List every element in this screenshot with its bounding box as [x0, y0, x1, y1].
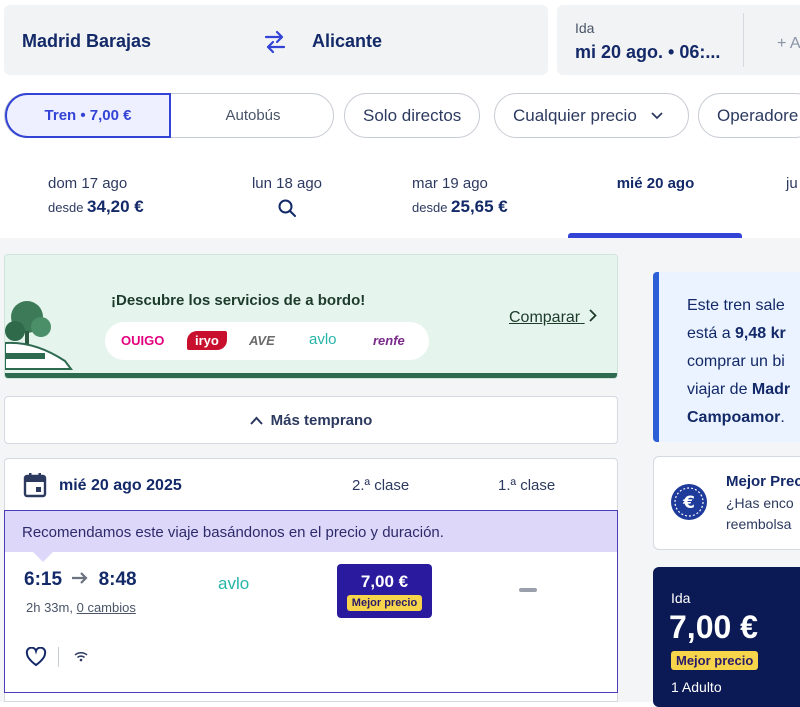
results-card: mié 20 ago 2025 2.ª clase 1.ª clase Reco… [4, 458, 618, 702]
banner-title: ¡Descubre los servicios de a bordo! [111, 292, 366, 309]
best-price-text: ¿Has enco [726, 495, 794, 511]
chevron-up-icon [249, 416, 263, 425]
onboard-services-banner: ¡Descubre los servicios de a bordo! OUIG… [4, 254, 618, 379]
date-tab-19[interactable]: mar 19 ago desde 25,65 € [412, 175, 532, 217]
divider [58, 647, 59, 667]
best-price-text: reembolsa [726, 516, 792, 532]
train-tab[interactable]: Tren • 7,00 € [5, 93, 171, 138]
price-filter-label: Cualquier precio [513, 105, 637, 125]
passenger-count: 1 Adulto [671, 679, 722, 695]
best-price-guarantee-card[interactable]: € Mejor Prec ¿Has enco reembolsa [653, 456, 800, 550]
direct-only-filter[interactable]: Solo directos [344, 93, 481, 138]
ave-logo: AVE [249, 333, 275, 348]
summary-price: 7,00 € [669, 609, 758, 645]
avlo-logo: avlo [309, 331, 337, 348]
date-tab-18[interactable]: lun 18 ago [232, 175, 342, 223]
trip-times: 6:15 8:48 [24, 569, 137, 590]
chevron-down-icon [651, 111, 663, 119]
summary-label: Ida [671, 590, 691, 606]
wifi-icon [74, 651, 88, 662]
svg-text:€: € [682, 493, 695, 513]
chevron-right-icon [588, 309, 597, 322]
banner-strip [5, 373, 617, 378]
route-panel[interactable]: Madrid Barajas Alicante [4, 5, 548, 75]
compare-link[interactable]: Comparar [509, 309, 597, 327]
recommendation-banner: Recomendamos este viaje basándonos en el… [4, 510, 618, 552]
transport-toggle: Tren • 7,00 € Autobús [4, 93, 334, 138]
date-tab-price: desde 34,20 € [48, 197, 144, 216]
second-class-header: 2.ª clase [352, 477, 410, 494]
calendar-icon [23, 473, 47, 498]
date-label: Ida [575, 20, 595, 36]
date-tab-20[interactable]: mié 20 ago [598, 175, 713, 192]
date-value: mi 20 ago. • 06:... [575, 42, 721, 62]
divider [743, 13, 744, 67]
bus-tab[interactable]: Autobús [173, 94, 333, 137]
avlo-logo: avlo [218, 574, 250, 593]
swap-icon[interactable] [262, 29, 288, 60]
results-date: mié 20 ago 2025 [59, 477, 182, 494]
add-return-button[interactable]: + A [777, 35, 800, 53]
date-tab-day: ju [786, 175, 798, 192]
operators-filter[interactable]: Operadore [698, 93, 800, 138]
first-class-header: 1.ª clase [498, 477, 556, 494]
date-tab-day: dom 17 ago [48, 175, 128, 192]
earlier-trips-button[interactable]: Más temprano [4, 396, 618, 444]
info-panel: Este tren sale está a 9,48 kr comprar un… [653, 272, 800, 442]
best-price-badge: Mejor precio [671, 651, 759, 670]
date-tab-17[interactable]: dom 17 ago desde 34,20 € [48, 175, 168, 217]
date-tab-21[interactable]: ju [786, 175, 800, 192]
date-tab-day: mar 19 ago [412, 175, 488, 192]
booking-summary: Ida 7,00 € Mejor precio 1 Adulto [653, 567, 800, 707]
iryo-logo: iryo [187, 331, 227, 350]
best-price-badge: Mejor precio [346, 595, 423, 611]
trip-meta: 2h 33m, 0 cambios [26, 600, 136, 615]
date-field[interactable]: Ida mi 20 ago. • 06:... + A [557, 5, 800, 75]
euro-badge-icon: € [671, 484, 707, 520]
trip-row[interactable]: 6:15 8:48 2h 33m, 0 cambios avlo 7,00 € … [4, 552, 618, 693]
date-tab-price: desde 25,65 € [412, 197, 508, 216]
price-filter[interactable]: Cualquier precio [494, 93, 689, 138]
search-icon [232, 198, 342, 223]
heart-icon[interactable] [25, 647, 47, 667]
first-class-unavailable [519, 588, 537, 592]
train-illustration-icon [5, 301, 73, 370]
destination-field[interactable]: Alicante [312, 31, 382, 52]
date-tab-day: mié 20 ago [616, 175, 695, 192]
second-class-price-button[interactable]: 7,00 € Mejor precio [337, 564, 432, 618]
changes-link[interactable]: 0 cambios [77, 600, 136, 615]
renfe-logo: renfe [373, 333, 405, 348]
best-price-title: Mejor Prec [726, 473, 800, 490]
ouigo-logo: OUIGO [121, 333, 165, 348]
date-tab-day: lun 18 ago [251, 175, 323, 192]
operator-logos: OUIGO iryo AVE avlo renfe [105, 322, 429, 360]
origin-field[interactable]: Madrid Barajas [22, 31, 151, 52]
arrow-right-icon [72, 572, 88, 584]
